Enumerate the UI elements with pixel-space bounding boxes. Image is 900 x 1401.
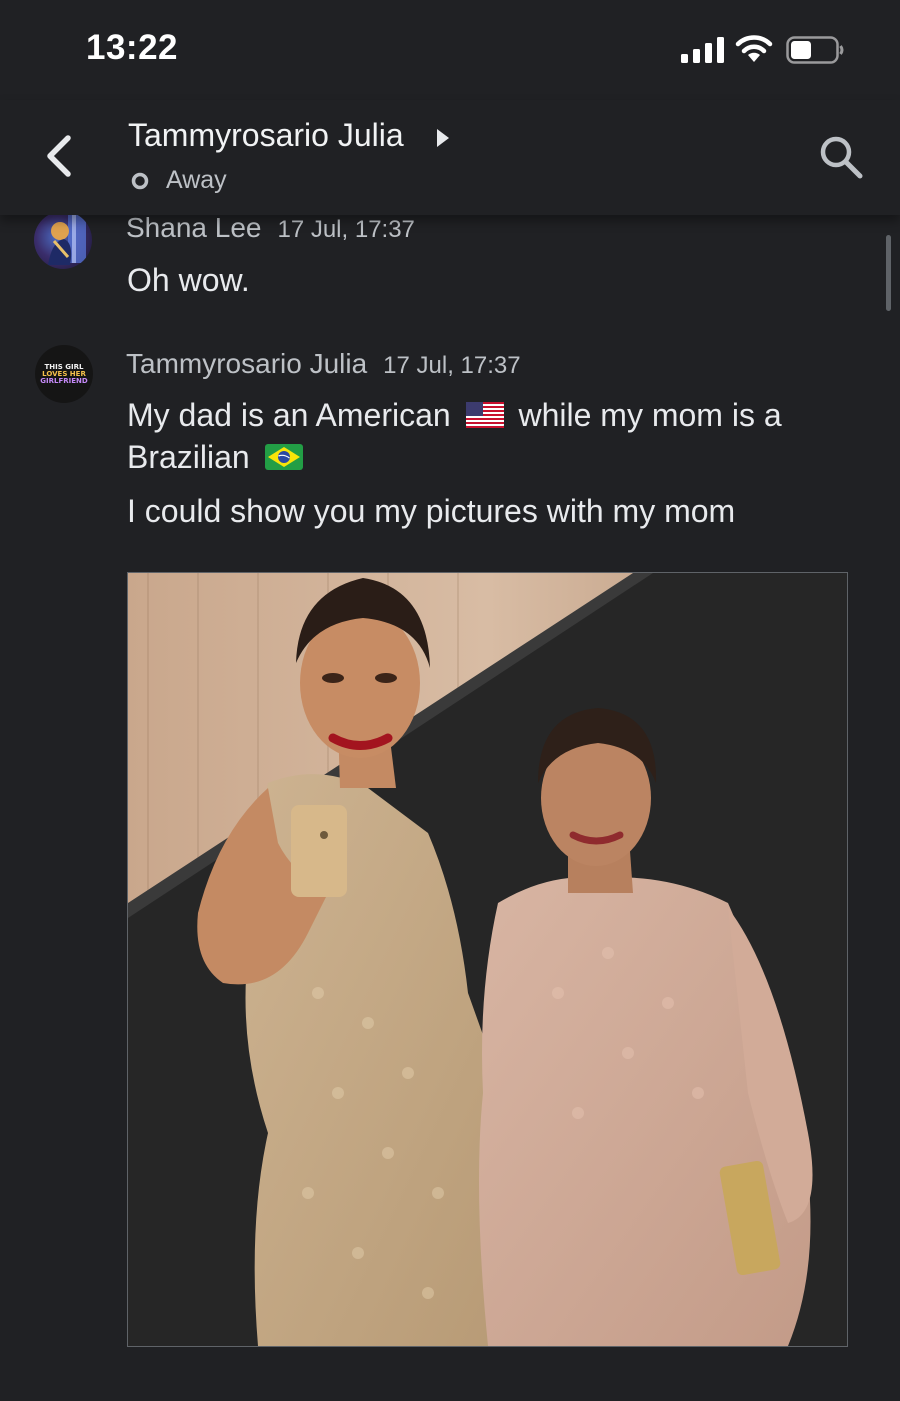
conversation-title[interactable]: Tammyrosario Julia	[128, 117, 404, 154]
message-text: Brazilian	[127, 436, 309, 478]
presence-away-icon	[131, 172, 149, 190]
message-timestamp: 17 Jul, 17:37	[277, 216, 415, 243]
avatar[interactable]: THIS GIRL LOVES HER GIRLFRIEND	[35, 345, 93, 403]
search-icon[interactable]	[818, 134, 864, 180]
sender-name: Shana Lee	[126, 212, 262, 243]
message-text: I could show you my pictures with my mom	[127, 493, 736, 529]
conversation-header: Tammyrosario Julia Away	[0, 100, 900, 215]
brazil-flag-icon	[264, 444, 303, 470]
us-flag-icon	[465, 402, 504, 428]
status-time: 13:22	[86, 28, 179, 67]
avatar[interactable]	[34, 211, 92, 269]
wifi-icon	[735, 35, 773, 62]
avatar-badge: THIS GIRL LOVES HER GIRLFRIEND	[40, 363, 88, 385]
back-arrow-icon[interactable]	[38, 130, 82, 182]
message-text-segment: My dad is an American	[127, 397, 451, 433]
scrollbar[interactable]	[886, 235, 891, 311]
message-text: My dad is an American while my mom is a	[127, 394, 782, 436]
avatar-badge-line: GIRLFRIEND	[40, 376, 88, 385]
presence-status: Away	[166, 166, 227, 194]
message-text-segment: while my mom is a	[518, 397, 782, 433]
image-attachment[interactable]	[127, 572, 848, 1347]
message-sender: Tammyrosario Julia 17 Jul, 17:37	[126, 348, 521, 380]
message-text-segment: Brazilian	[127, 439, 250, 475]
signal-bars-icon	[681, 37, 724, 63]
caret-right-icon[interactable]	[436, 128, 450, 148]
battery-icon	[786, 36, 844, 64]
message-text: Oh wow.	[127, 262, 250, 298]
status-bar: 13:22	[0, 0, 900, 100]
message-list[interactable]: Shana Lee 17 Jul, 17:37 Oh wow. THIS GIRL…	[0, 211, 900, 1401]
avatar-image	[48, 213, 86, 265]
photo-mother-daughter	[128, 573, 847, 1346]
message-sender: Shana Lee 17 Jul, 17:37	[126, 212, 415, 244]
message-timestamp: 17 Jul, 17:37	[383, 352, 521, 379]
chat-screen: 13:22 Tammyrosario Julia Away Shana Lee …	[0, 0, 900, 1401]
sender-name: Tammyrosario Julia	[126, 348, 368, 379]
